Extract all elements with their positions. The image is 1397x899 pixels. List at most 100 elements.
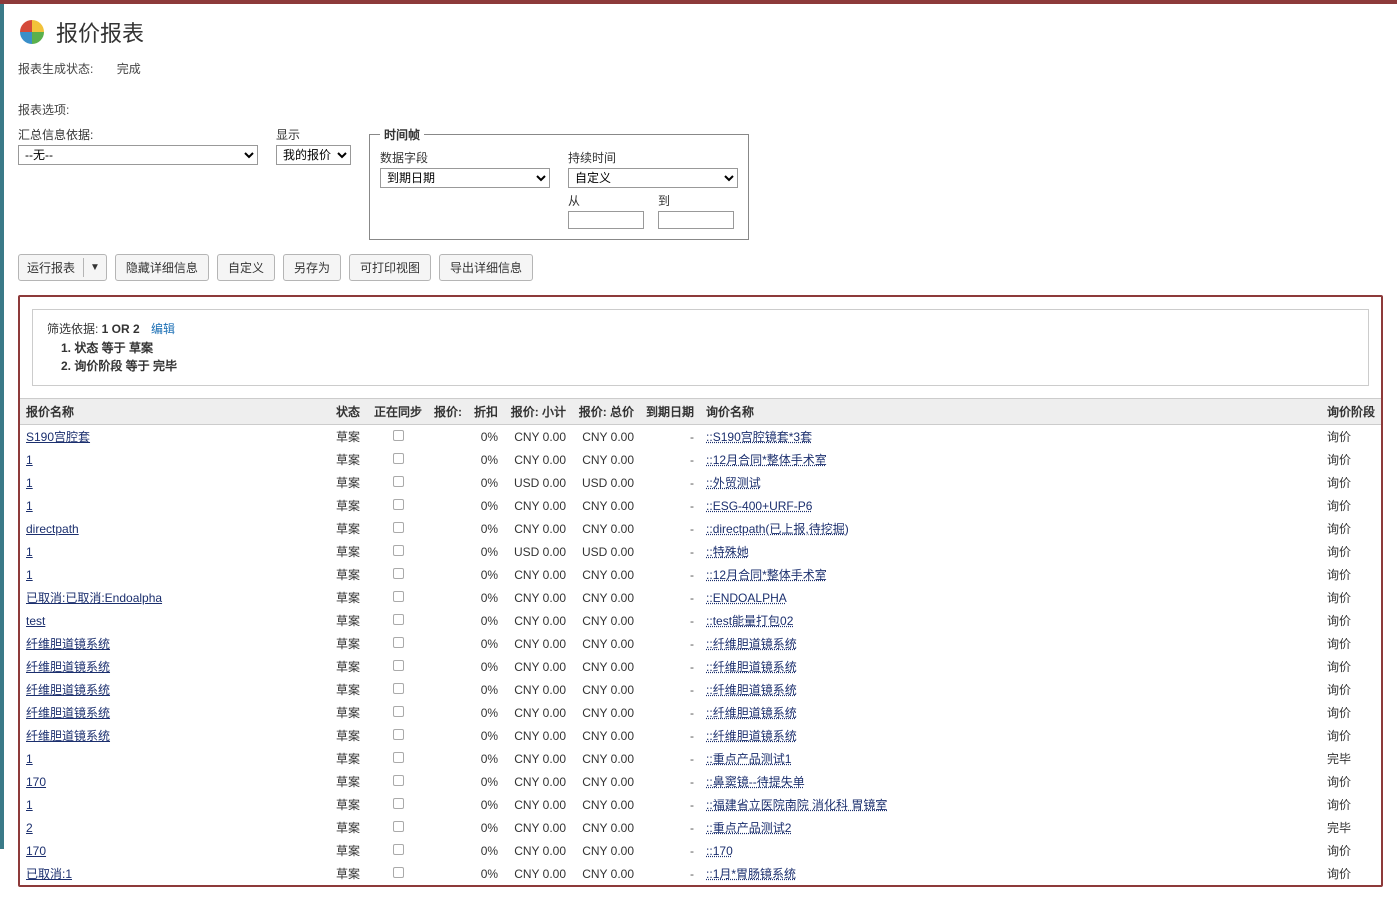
col-price[interactable]: 报价: (428, 399, 468, 425)
cell-due-date: - (640, 494, 700, 517)
inquiry-name-link[interactable]: ::纤维胆道镜系统 (706, 706, 797, 720)
cell-total: CNY 0.00 (572, 609, 640, 632)
timeframe-from-label: 从 (568, 192, 644, 209)
cell-inquiry-stage: 询价 (1321, 839, 1381, 862)
run-report-button[interactable]: 运行报表 ▼ (18, 254, 107, 281)
cell-subtotal: CNY 0.00 (504, 747, 572, 770)
quote-name-link[interactable]: S190宫腔套 (26, 430, 90, 444)
report-table: 报价名称 状态 正在同步 报价: 折扣 报价: 小计 报价: 总价 到期日期 询… (20, 398, 1381, 885)
quote-name-link[interactable]: 1 (26, 752, 33, 766)
inquiry-name-link[interactable]: ::170 (706, 844, 733, 858)
quote-name-link[interactable]: 纤维胆道镜系统 (26, 637, 110, 651)
table-header-row: 报价名称 状态 正在同步 报价: 折扣 报价: 小计 报价: 总价 到期日期 询… (20, 399, 1381, 425)
inquiry-name-link[interactable]: ::S190宫腔镜套*3套 (706, 430, 812, 444)
cell-due-date: - (640, 770, 700, 793)
checkbox-icon (393, 798, 404, 809)
cell-price (428, 862, 468, 885)
inquiry-name-link[interactable]: ::重点产品测试2 (706, 821, 791, 835)
timeframe-from-input[interactable] (568, 211, 644, 229)
quote-name-link[interactable]: 已取消:已取消:Endoalpha (26, 591, 162, 605)
quote-name-link[interactable]: 纤维胆道镜系统 (26, 683, 110, 697)
quote-name-link[interactable]: directpath (26, 522, 79, 536)
quote-name-link[interactable]: 纤维胆道镜系统 (26, 729, 110, 743)
checkbox-icon (393, 545, 404, 556)
cell-discount: 0% (468, 586, 504, 609)
table-row: 纤维胆道镜系统草案0%CNY 0.00CNY 0.00-::纤维胆道镜系统询价 (20, 678, 1381, 701)
cell-subtotal: CNY 0.00 (504, 494, 572, 517)
customize-button[interactable]: 自定义 (217, 254, 275, 281)
printable-view-button[interactable]: 可打印视图 (349, 254, 431, 281)
quote-name-link[interactable]: 1 (26, 545, 33, 559)
inquiry-name-link[interactable]: ::外贸测试 (706, 476, 761, 490)
checkbox-icon (393, 430, 404, 441)
inquiry-name-link[interactable]: ::12月合同*整体手术室 (706, 453, 827, 467)
cell-due-date: - (640, 678, 700, 701)
inquiry-name-link[interactable]: ::纤维胆道镜系统 (706, 660, 797, 674)
timeframe-legend: 时间帧 (380, 126, 424, 143)
inquiry-name-link[interactable]: ::test能量打包02 (706, 614, 793, 628)
timeframe-duration-select[interactable]: 自定义 (568, 168, 738, 188)
inquiry-name-link[interactable]: ::纤维胆道镜系统 (706, 729, 797, 743)
quote-name-link[interactable]: 170 (26, 844, 46, 858)
cell-discount: 0% (468, 517, 504, 540)
timeframe-datafield-select[interactable]: 到期日期 (380, 168, 550, 188)
quote-name-link[interactable]: 已取消:1 (26, 867, 72, 881)
timeframe-to-input[interactable] (658, 211, 734, 229)
col-total[interactable]: 报价: 总价 (572, 399, 640, 425)
inquiry-name-link[interactable]: ::特殊她 (706, 545, 749, 559)
quote-name-link[interactable]: test (26, 614, 45, 628)
cell-inquiry-stage: 询价 (1321, 540, 1381, 563)
cell-due-date: - (640, 862, 700, 885)
quote-name-link[interactable]: 1 (26, 798, 33, 812)
inquiry-name-link[interactable]: ::ENDOALPHA (706, 591, 787, 605)
inquiry-name-link[interactable]: ::纤维胆道镜系统 (706, 637, 797, 651)
cell-subtotal: CNY 0.00 (504, 724, 572, 747)
table-row: 纤维胆道镜系统草案0%CNY 0.00CNY 0.00-::纤维胆道镜系统询价 (20, 655, 1381, 678)
export-details-button[interactable]: 导出详细信息 (439, 254, 533, 281)
col-inquiry-name[interactable]: 询价名称 (700, 399, 1321, 425)
col-subtotal[interactable]: 报价: 小计 (504, 399, 572, 425)
summary-select[interactable]: --无-- (18, 145, 258, 165)
inquiry-name-link[interactable]: ::鼻窦镜--待提失单 (706, 775, 805, 789)
inquiry-name-link[interactable]: ::12月合同*整体手术室 (706, 568, 827, 582)
quote-name-link[interactable]: 纤维胆道镜系统 (26, 660, 110, 674)
table-row: S190宫腔套草案0%CNY 0.00CNY 0.00-::S190宫腔镜套*3… (20, 425, 1381, 449)
inquiry-name-link[interactable]: ::directpath(已上报,待挖掘) (706, 522, 849, 536)
table-row: 1草案0%CNY 0.00CNY 0.00-::重点产品测试1完毕 (20, 747, 1381, 770)
col-syncing[interactable]: 正在同步 (368, 399, 428, 425)
col-due-date[interactable]: 到期日期 (640, 399, 700, 425)
save-as-button[interactable]: 另存为 (283, 254, 341, 281)
cell-discount: 0% (468, 563, 504, 586)
cell-subtotal: CNY 0.00 (504, 517, 572, 540)
quote-name-link[interactable]: 1 (26, 499, 33, 513)
hide-details-button[interactable]: 隐藏详细信息 (115, 254, 209, 281)
quote-name-link[interactable]: 1 (26, 568, 33, 582)
checkbox-icon (393, 844, 404, 855)
summary-label: 汇总信息依据: (18, 126, 258, 143)
inquiry-name-link[interactable]: ::纤维胆道镜系统 (706, 683, 797, 697)
filter-condition-2: 2. 询价阶段 等于 完毕 (61, 357, 1354, 375)
table-row: 已取消:已取消:Endoalpha草案0%CNY 0.00CNY 0.00-::… (20, 586, 1381, 609)
col-status[interactable]: 状态 (330, 399, 368, 425)
quote-name-link[interactable]: 1 (26, 476, 33, 490)
inquiry-name-link[interactable]: ::重点产品测试1 (706, 752, 791, 766)
inquiry-name-link[interactable]: ::1月*胃肠镜系统 (706, 867, 796, 881)
timeframe-to-col: 到 (658, 192, 734, 229)
quote-name-link[interactable]: 170 (26, 775, 46, 789)
inquiry-name-link[interactable]: ::ESG-400+URF-P6 (706, 499, 812, 513)
filter-edit-link[interactable]: 编辑 (151, 322, 175, 336)
quote-name-link[interactable]: 纤维胆道镜系统 (26, 706, 110, 720)
display-select[interactable]: 我的报价 (276, 145, 351, 165)
col-quote-name[interactable]: 报价名称 (20, 399, 330, 425)
cell-subtotal: CNY 0.00 (504, 701, 572, 724)
checkbox-icon (393, 729, 404, 740)
inquiry-name-link[interactable]: ::福建省立医院南院 消化科 胃镜室 (706, 798, 887, 812)
cell-syncing (368, 724, 428, 747)
quote-name-link[interactable]: 2 (26, 821, 33, 835)
cell-due-date: - (640, 540, 700, 563)
cell-discount: 0% (468, 747, 504, 770)
col-discount[interactable]: 折扣 (468, 399, 504, 425)
col-inquiry-stage[interactable]: 询价阶段 (1321, 399, 1381, 425)
quote-name-link[interactable]: 1 (26, 453, 33, 467)
cell-due-date: - (640, 586, 700, 609)
